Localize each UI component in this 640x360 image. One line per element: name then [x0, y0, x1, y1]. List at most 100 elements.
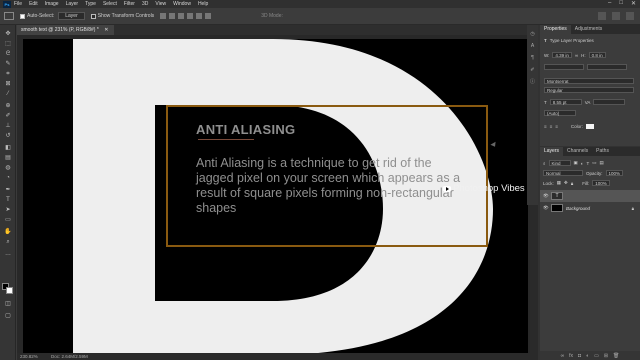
quick-select-tool-icon[interactable]: ✎: [4, 61, 12, 68]
tab-properties[interactable]: Properties: [540, 25, 571, 34]
adjustment-layer-icon[interactable]: ◐: [586, 353, 589, 359]
transform-controls-checkbox[interactable]: [90, 13, 96, 19]
blur-tool-icon[interactable]: ◍: [4, 165, 12, 172]
align-right-text-icon[interactable]: ≡: [555, 124, 558, 129]
gradient-tool-icon[interactable]: ▤: [4, 155, 12, 162]
w-field[interactable]: 4.39 in: [552, 52, 572, 58]
font-size-field[interactable]: 8.55 pt: [549, 99, 582, 105]
h-field[interactable]: 0.8 in: [588, 52, 606, 58]
zoom-tool-icon[interactable]: ⌕: [4, 239, 12, 246]
menu-type[interactable]: Type: [85, 1, 96, 7]
auto-select-dropdown[interactable]: Layer: [58, 12, 85, 20]
tab-layers[interactable]: Layers: [540, 147, 564, 156]
align-bottom-icon[interactable]: [205, 13, 212, 19]
new-group-icon[interactable]: ▭: [594, 353, 599, 359]
auto-select-checkbox[interactable]: [20, 13, 25, 19]
maximize-icon[interactable]: □: [619, 0, 623, 7]
align-center-icon[interactable]: [169, 13, 176, 19]
align-top-icon[interactable]: [187, 13, 194, 19]
background-color-swatch[interactable]: [6, 287, 13, 294]
font-family-dropdown[interactable]: Montserrat: [544, 78, 634, 84]
delete-layer-icon[interactable]: 🗑︎: [613, 353, 619, 359]
visibility-eye-icon[interactable]: 👁︎: [543, 205, 549, 211]
workspace-icon[interactable]: [612, 12, 620, 20]
history-brush-icon[interactable]: ↺: [4, 133, 12, 140]
menu-help[interactable]: Help: [198, 1, 208, 7]
font-style-dropdown[interactable]: Regular: [544, 87, 634, 93]
add-mask-icon[interactable]: ◘: [578, 353, 581, 359]
visibility-eye-icon[interactable]: 👁︎: [543, 193, 549, 199]
character-icon[interactable]: A: [529, 43, 536, 49]
lock-pixels-icon[interactable]: ▦: [557, 180, 561, 186]
document-tab[interactable]: smooth text @ 231% (P, RGB/8#) * ✕: [17, 25, 115, 35]
clone-stamp-icon[interactable]: ⊥: [4, 123, 12, 130]
brush-settings-icon[interactable]: ✐: [529, 67, 536, 73]
crop-tool-icon[interactable]: ⌗: [4, 71, 12, 78]
fill-field[interactable]: 100%: [592, 180, 610, 186]
tracking-field[interactable]: [593, 99, 626, 105]
filter-pixel-icon[interactable]: ▣: [574, 160, 578, 166]
menu-edit[interactable]: Edit: [29, 1, 38, 7]
align-middle-icon[interactable]: [196, 13, 203, 19]
minimize-icon[interactable]: –: [608, 0, 611, 7]
align-left-icon[interactable]: [160, 13, 167, 19]
menu-layer[interactable]: Layer: [66, 1, 79, 7]
canvas[interactable]: ANTI ALIASING Anti Aliasing is a techniq…: [23, 39, 528, 353]
menu-image[interactable]: Image: [45, 1, 59, 7]
menu-3d[interactable]: 3D: [142, 1, 148, 7]
menu-window[interactable]: Window: [173, 1, 191, 7]
tab-channels[interactable]: Channels: [563, 147, 592, 156]
menu-file[interactable]: File: [14, 1, 22, 7]
filter-adjust-icon[interactable]: ◐: [581, 161, 584, 166]
eyedropper-tool-icon[interactable]: ⁄: [4, 91, 12, 98]
menu-select[interactable]: Select: [103, 1, 117, 7]
lock-position-icon[interactable]: ✥: [564, 180, 568, 186]
move-tool-icon[interactable]: ✥: [4, 31, 12, 38]
tab-close-icon[interactable]: ✕: [104, 27, 108, 33]
paragraph-icon[interactable]: ¶: [529, 55, 536, 61]
tab-adjustments[interactable]: Adjustments: [571, 25, 607, 34]
path-select-icon[interactable]: ➤: [4, 207, 12, 214]
screen-mode-icon[interactable]: ▢: [4, 313, 12, 320]
canvas-body-text[interactable]: Anti Aliasing is a technique to get rid …: [196, 156, 466, 216]
link-icon[interactable]: ∞: [575, 53, 578, 58]
fx-icon[interactable]: fx: [569, 353, 573, 359]
layer-row-background[interactable]: 👁︎ Background 🔒︎: [540, 202, 640, 214]
pen-tool-icon[interactable]: ✒: [4, 187, 12, 194]
close-icon[interactable]: ✕: [631, 0, 636, 7]
link-layers-icon[interactable]: ∞: [561, 353, 565, 359]
menu-view[interactable]: View: [155, 1, 166, 7]
history-icon[interactable]: ◷: [529, 31, 536, 37]
layer-kind-dropdown[interactable]: Kind: [548, 160, 571, 166]
tab-paths[interactable]: Paths: [592, 147, 613, 156]
share-icon[interactable]: [626, 12, 634, 20]
align-center-text-icon[interactable]: ≡: [550, 124, 553, 129]
leading-field[interactable]: (Auto): [544, 110, 576, 116]
lock-all-icon[interactable]: 🔒︎: [571, 181, 573, 186]
more-tools-icon[interactable]: …: [4, 251, 12, 258]
blend-mode-dropdown[interactable]: Normal: [543, 170, 583, 176]
align-left-text-icon[interactable]: ≡: [544, 124, 547, 129]
rectangle-tool-icon[interactable]: ▭: [4, 217, 12, 224]
align-right-icon[interactable]: [178, 13, 185, 19]
healing-brush-icon[interactable]: ⊕: [4, 103, 12, 110]
layer-row-text[interactable]: 👁︎ T: [540, 190, 640, 202]
new-layer-icon[interactable]: ⊞: [604, 353, 608, 359]
text-color-swatch[interactable]: [585, 124, 594, 129]
hand-tool-icon[interactable]: ✋: [4, 229, 12, 236]
type-tool-icon[interactable]: T: [4, 197, 12, 204]
zoom-readout[interactable]: 230.82%: [20, 354, 38, 359]
frame-tool-icon[interactable]: ⊠: [4, 81, 12, 88]
marquee-tool-icon[interactable]: ⬚: [4, 41, 12, 48]
dodge-tool-icon[interactable]: ◔: [4, 175, 12, 182]
move-tool-preset-icon[interactable]: [4, 12, 14, 20]
lasso-tool-icon[interactable]: ᘓ: [4, 51, 12, 58]
filter-type-icon[interactable]: T: [587, 161, 590, 166]
y-field[interactable]: [587, 64, 627, 70]
info-icon[interactable]: ⓘ: [529, 79, 536, 85]
x-field[interactable]: [544, 64, 584, 70]
filter-smart-icon[interactable]: ▤: [600, 160, 604, 166]
quick-mask-icon[interactable]: ◫: [4, 301, 12, 308]
brush-tool-icon[interactable]: ✐: [4, 113, 12, 120]
opacity-field[interactable]: 100%: [605, 170, 624, 176]
